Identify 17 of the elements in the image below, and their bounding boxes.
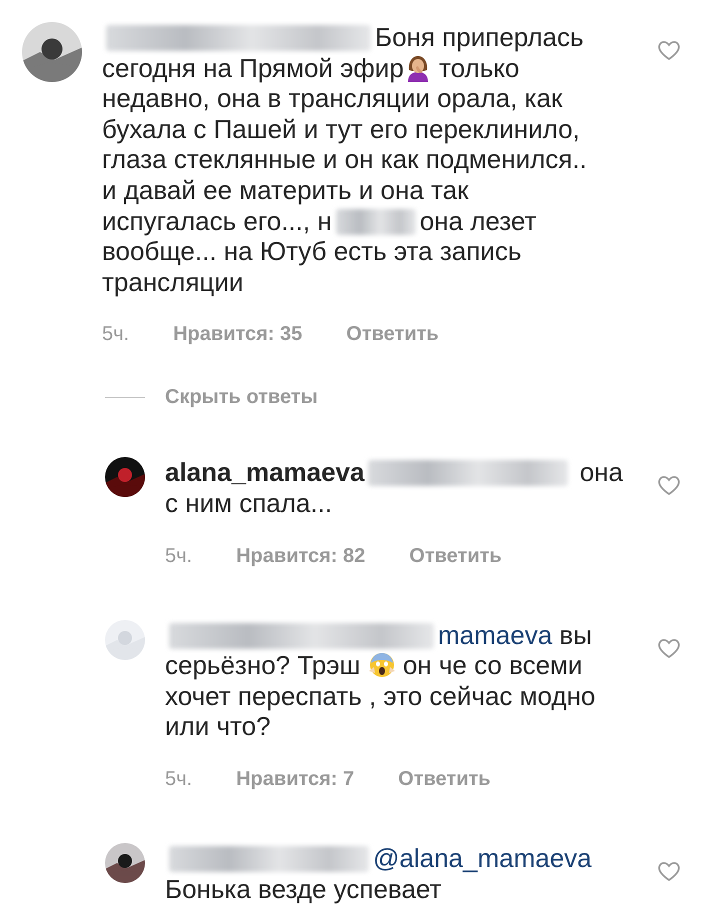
reply-link[interactable]: Ответить	[398, 768, 491, 791]
hide-replies-link[interactable]: Скрыть ответы	[165, 386, 318, 410]
screaming-face-emoji-icon	[368, 651, 396, 680]
comment-text: @alana_mamaeva Бонька везде успевает	[165, 842, 593, 904]
comment-time: 5ч.	[102, 323, 130, 346]
likes-count-link[interactable]: Нравится: 82	[236, 544, 366, 568]
comment-text: Боня приперлась сегодня на Прямой эфир только недавно, она в трансляции орала, как бухала с Пашей и тут его переклинило, глаза стеклянные и он как подменился.. и давай ее материть и она так испугалась его..., н она лезет вообще... на Ютуб есть эта запись трансляции	[102, 22, 588, 298]
likes-count-link[interactable]: Нравится: 35	[173, 323, 302, 346]
likes-count-link[interactable]: Нравится: 7	[236, 768, 354, 791]
like-heart-icon[interactable]	[657, 38, 681, 62]
like-heart-icon[interactable]	[657, 473, 681, 498]
comment-time: 5ч.	[165, 768, 192, 791]
comment-text: mamaeva вы серьёзно? Трэш он че со всеми хочет переспать , это сейчас модно или что?	[165, 620, 596, 742]
comment-text: alana_mamaeva она с ним спала...	[165, 457, 624, 519]
reply-link[interactable]: Ответить	[409, 544, 502, 568]
comment-time: 5ч.	[165, 544, 192, 568]
reply-link[interactable]: Ответить	[346, 323, 439, 346]
